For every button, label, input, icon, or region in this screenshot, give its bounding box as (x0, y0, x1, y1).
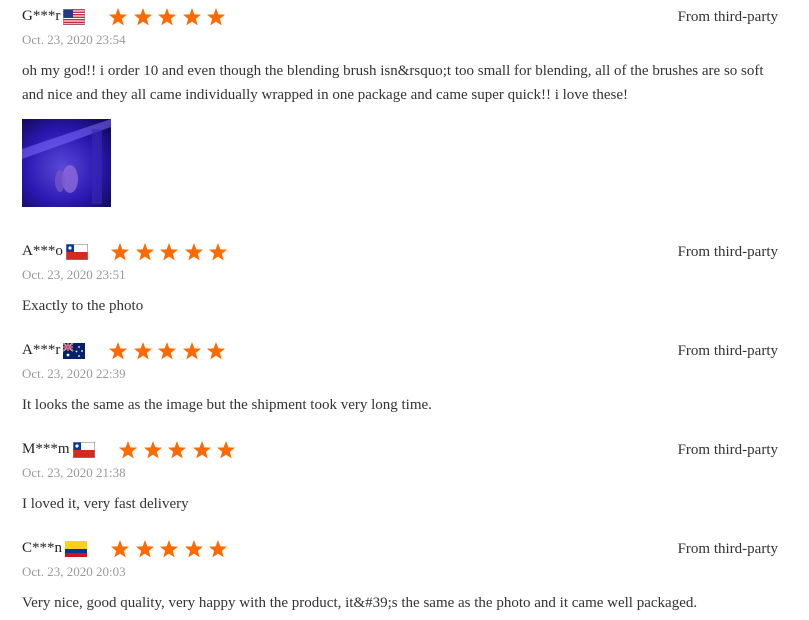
us-flag-icon (63, 8, 86, 25)
reviewer-name: A***r (22, 342, 61, 358)
review-item: A***r From third-party Oct. 23, 2020 22:… (22, 340, 778, 417)
review-item: M***m From third-party Oct. 23, 2020 21:… (22, 439, 778, 516)
star-icon (134, 241, 156, 263)
star-icon (117, 439, 139, 461)
review-text: I loved it, very fast delivery (22, 496, 189, 512)
colombia-flag-icon (65, 540, 88, 557)
star-icon (109, 538, 131, 560)
star-icon (205, 340, 227, 362)
review-date: Oct. 23, 2020 22:39 (22, 366, 126, 381)
reviewer-name: C***n (22, 540, 63, 556)
star-icon (132, 6, 154, 28)
reviewer-name: G***r (22, 8, 61, 24)
star-icon (207, 538, 229, 560)
star-icon (107, 6, 129, 28)
review-date: Oct. 23, 2020 21:38 (22, 465, 126, 480)
australia-flag-icon (63, 342, 86, 359)
review-date: Oct. 23, 2020 20:03 (22, 564, 126, 579)
review-text: oh my god!! i order 10 and even though t… (22, 63, 764, 103)
rating-stars (107, 340, 230, 362)
star-icon (158, 538, 180, 560)
reviewer: M***m (22, 441, 95, 458)
review-item: G***r From third-party Oct. 23, 2020 23:… (22, 6, 778, 207)
star-icon (156, 6, 178, 28)
review-item: C***n From third-party Oct. 23, 2020 20:… (22, 538, 778, 615)
reviewer: A***o (22, 243, 88, 260)
review-text: Very nice, good quality, very happy with… (22, 595, 698, 611)
review-header: A***o From third-party (22, 241, 778, 263)
rating-stars (107, 6, 230, 28)
star-icon (107, 340, 129, 362)
star-icon (183, 241, 205, 263)
review-source: From third-party (677, 244, 778, 260)
review-text: It looks the same as the image but the s… (22, 397, 432, 413)
reviewer-name: A***o (22, 243, 63, 259)
review-date: Oct. 23, 2020 23:51 (22, 267, 126, 282)
rating-stars (109, 241, 232, 263)
star-icon (158, 241, 180, 263)
star-icon (142, 439, 164, 461)
review-source: From third-party (677, 442, 778, 458)
review-item: A***o From third-party Oct. 23, 2020 23:… (22, 241, 778, 318)
star-icon (132, 340, 154, 362)
star-icon (109, 241, 131, 263)
star-icon (156, 340, 178, 362)
review-date: Oct. 23, 2020 23:54 (22, 32, 126, 47)
review-photo-thumbnail[interactable] (22, 119, 111, 207)
star-icon (207, 241, 229, 263)
star-icon (215, 439, 237, 461)
reviewer-name: M***m (22, 441, 70, 457)
reviewer: A***r (22, 342, 86, 359)
star-icon (191, 439, 213, 461)
chile-flag-icon (65, 243, 88, 260)
star-icon (183, 538, 205, 560)
review-header: C***n From third-party (22, 538, 778, 560)
rating-stars (109, 538, 232, 560)
star-icon (181, 340, 203, 362)
review-header: A***r From third-party (22, 340, 778, 362)
review-source: From third-party (677, 9, 778, 25)
review-source: From third-party (677, 541, 778, 557)
chile-flag-icon (72, 441, 95, 458)
review-header: M***m From third-party (22, 439, 778, 461)
reviewer: C***n (22, 540, 88, 557)
review-text: Exactly to the photo (22, 298, 144, 314)
review-source: From third-party (677, 343, 778, 359)
star-icon (134, 538, 156, 560)
star-icon (181, 6, 203, 28)
star-icon (205, 6, 227, 28)
star-icon (166, 439, 188, 461)
review-header: G***r From third-party (22, 6, 778, 28)
rating-stars (117, 439, 240, 461)
reviewer: G***r (22, 8, 86, 25)
